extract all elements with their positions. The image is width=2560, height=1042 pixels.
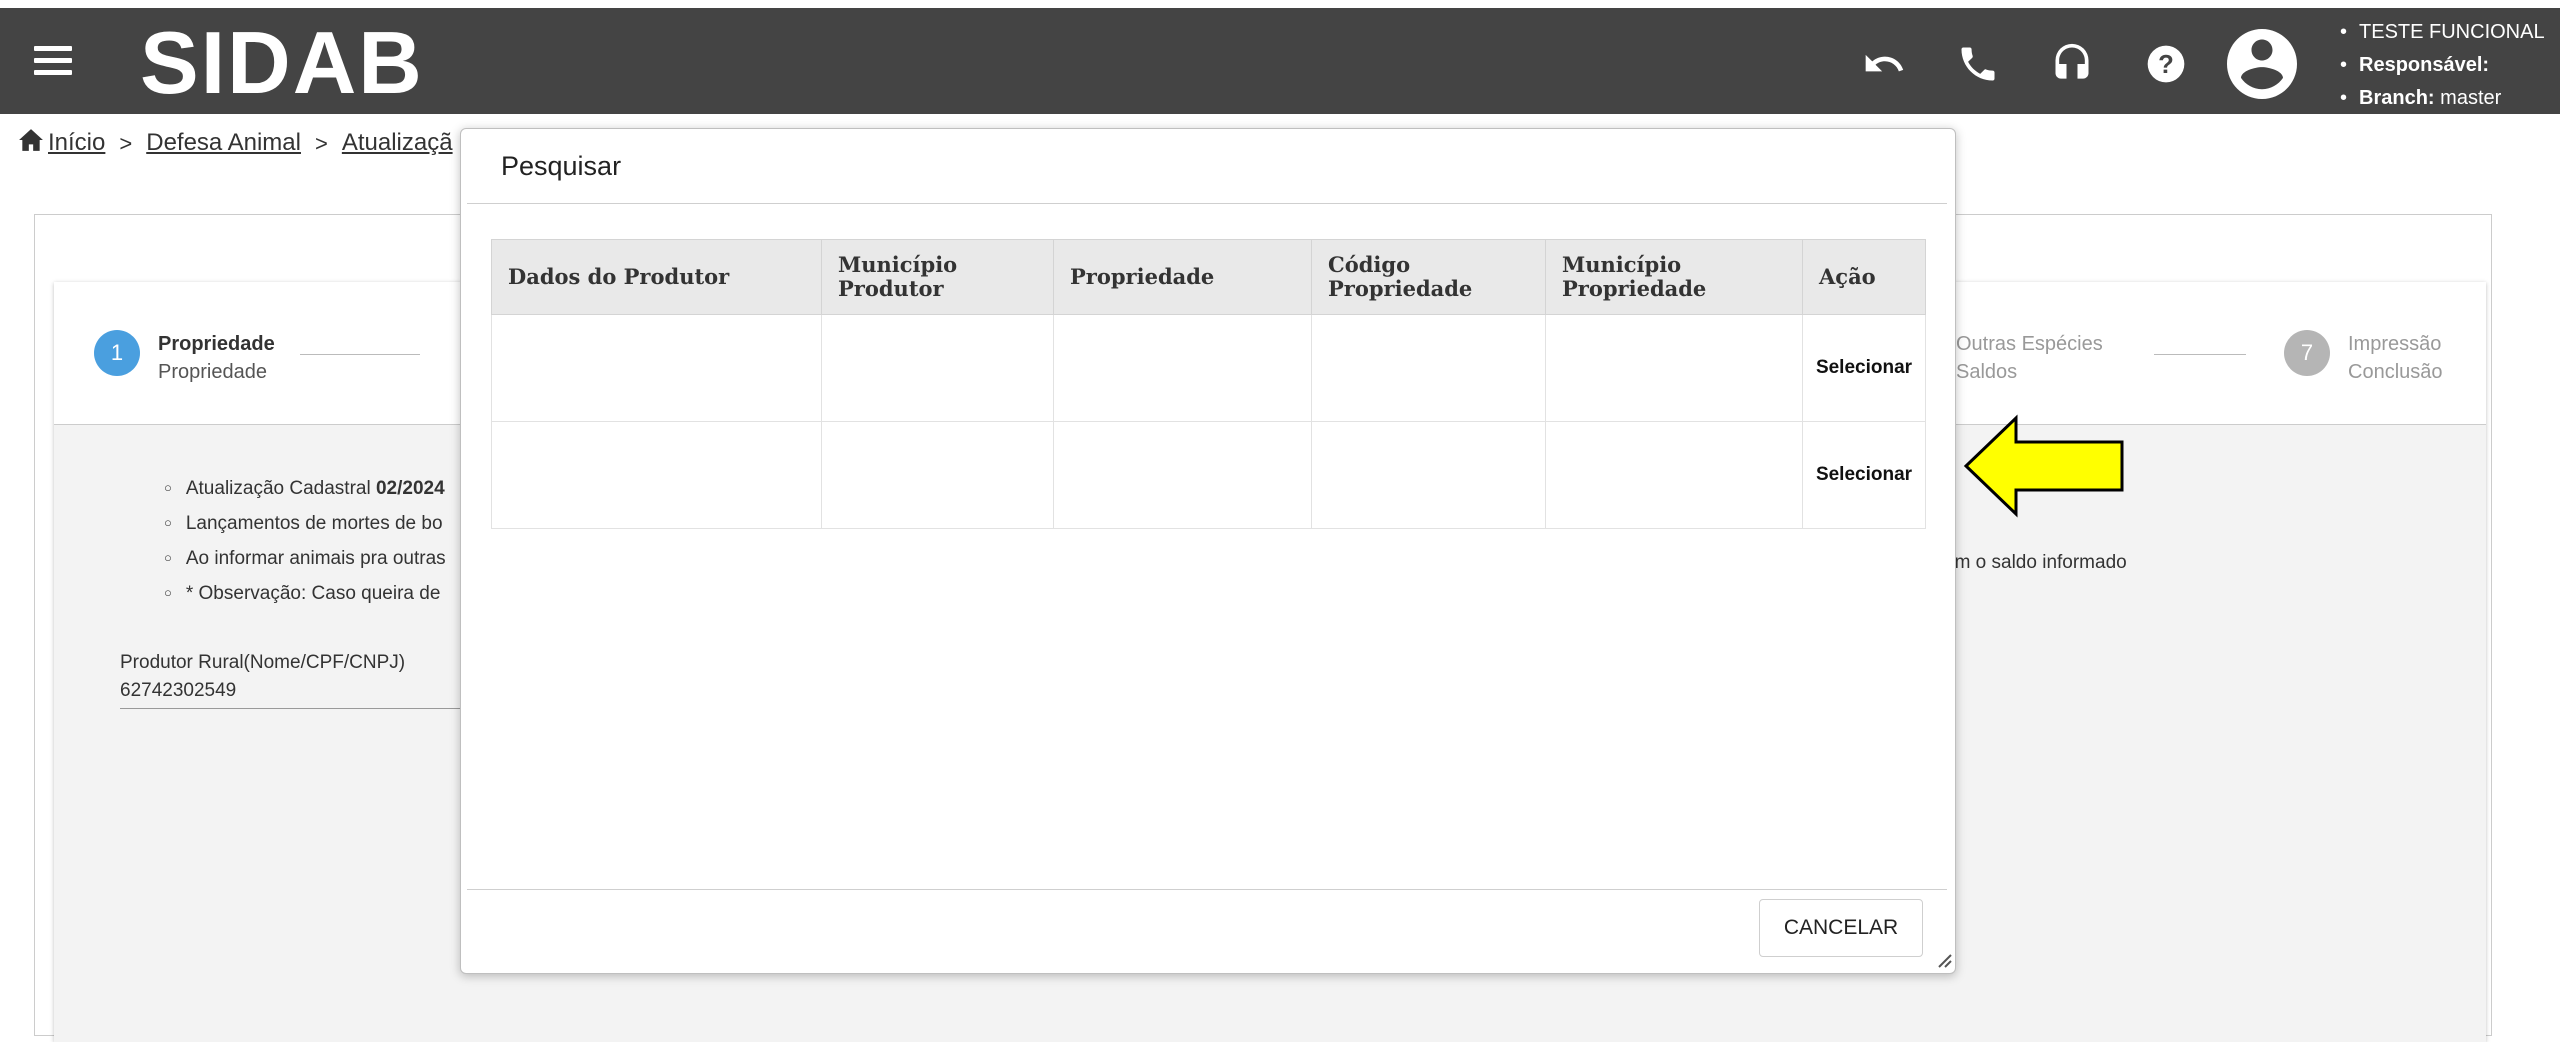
user-branch: Branch: master (2340, 82, 2545, 115)
step-number: 1 (94, 330, 140, 376)
cell-codigo (1311, 314, 1546, 422)
select-button[interactable]: Selecionar (1802, 421, 1926, 529)
chevron-right-icon: > (119, 131, 133, 156)
col-propriedade: Propriedade (1053, 239, 1312, 315)
svg-text:?: ? (2158, 51, 2174, 79)
select-button[interactable]: Selecionar (1802, 314, 1926, 422)
step-propriedade[interactable]: 1 Propriedade Propriedade (94, 330, 275, 386)
info-item: Ao informar animais pra outras (164, 542, 446, 577)
user-avatar-icon[interactable] (2220, 22, 2304, 106)
cell-mun-produtor (821, 421, 1054, 529)
info-item: Atualização Cadastral 02/2024 (164, 472, 446, 507)
step-title: Impressão (2348, 333, 2442, 355)
breadcrumb-inicio[interactable]: Início (48, 129, 105, 156)
menu-icon[interactable] (34, 46, 72, 80)
step-impressao[interactable]: 7 Impressão Conclusão (2284, 330, 2443, 386)
home-icon[interactable] (18, 128, 44, 152)
help-icon[interactable]: ? (2144, 42, 2188, 86)
modal-title: Pesquisar (501, 151, 622, 181)
cell-mun-produtor (821, 314, 1054, 422)
col-acao: Ação (1802, 239, 1926, 315)
table-row: Selecionar (491, 421, 1926, 529)
phone-icon[interactable] (1956, 42, 2000, 86)
info-item: Lançamentos de mortes de bo (164, 507, 446, 542)
breadcrumb-defesa-animal[interactable]: Defesa Animal (146, 129, 301, 156)
step-connector (2154, 354, 2246, 355)
cell-mun-propriedade (1545, 421, 1803, 529)
step-subtitle: Propriedade (158, 361, 267, 383)
col-dados-produtor: Dados do Produtor (491, 239, 822, 315)
breadcrumb: Início > Defesa Animal > Atualizaçã (18, 128, 453, 157)
breadcrumb-atualizacao[interactable]: Atualizaçã (342, 129, 453, 156)
info-item: * Observação: Caso queira de (164, 577, 446, 612)
cell-propriedade (1053, 314, 1312, 422)
cell-dados (491, 314, 822, 422)
top-bar: SIDAB ? TESTE FUNCIONAL Responsável: Bra… (0, 0, 2560, 114)
resize-handle-icon[interactable] (1933, 949, 1953, 969)
user-responsavel: Responsável: (2340, 49, 2545, 82)
cell-propriedade (1053, 421, 1312, 529)
search-modal: Pesquisar Dados do Produtor Município Pr… (460, 128, 1956, 974)
step-title: Propriedade (158, 333, 275, 355)
col-municipio-propriedade: Município Propriedade (1545, 239, 1803, 315)
step-title: Outras Espécies (1956, 333, 2103, 355)
info-saldo-text: om o saldo informado (1944, 552, 2127, 573)
table-row: Selecionar (491, 314, 1926, 422)
undo-icon[interactable] (1862, 42, 1906, 86)
step-number: 7 (2284, 330, 2330, 376)
step-connector (300, 354, 420, 355)
table-header-row: Dados do Produtor Município Produtor Pro… (491, 239, 1926, 315)
modal-footer-divider (467, 889, 1947, 890)
cell-mun-propriedade (1545, 314, 1803, 422)
step-subtitle: Saldos (1956, 361, 2018, 383)
headset-icon[interactable] (2050, 42, 2094, 86)
cell-codigo (1311, 421, 1546, 529)
cell-dados (491, 421, 822, 529)
cancel-button[interactable]: CANCELAR (1759, 899, 1923, 957)
produtor-label: Produtor Rural(Nome/CPF/CNPJ) (120, 652, 406, 673)
yellow-arrow-annotation (1963, 414, 2124, 518)
user-info-list: TESTE FUNCIONAL Responsável: Branch: mas… (2340, 16, 2545, 115)
col-municipio-produtor: Município Produtor (821, 239, 1054, 315)
results-table: Dados do Produtor Município Produtor Pro… (491, 239, 1926, 529)
modal-divider (467, 203, 1947, 204)
app-logo[interactable]: SIDAB (140, 12, 424, 114)
step-subtitle: Conclusão (2348, 361, 2443, 383)
col-codigo-propriedade: Código Propriedade (1311, 239, 1546, 315)
user-name: TESTE FUNCIONAL (2340, 16, 2545, 49)
info-list: Atualização Cadastral 02/2024 Lançamento… (164, 472, 446, 612)
chevron-right-icon: > (314, 131, 328, 156)
